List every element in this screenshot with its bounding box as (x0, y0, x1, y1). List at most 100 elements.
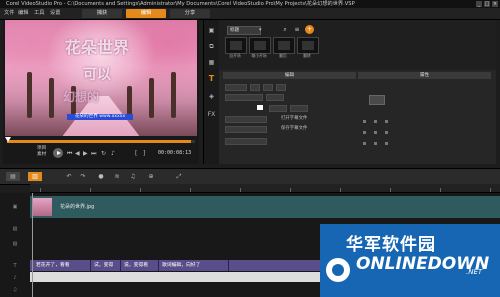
fit-icon[interactable]: ⤢ (174, 172, 184, 181)
step-capture[interactable]: 捕获 (82, 9, 122, 18)
title-thumbnail[interactable] (249, 37, 271, 54)
record-icon[interactable]: ● (96, 172, 106, 181)
ruler-tick (240, 188, 241, 192)
preview-video: 花朵世界 可以 幻想的 花朵的世界 www.xxxxx (5, 20, 197, 136)
tab-attribute[interactable]: 属性 (358, 72, 491, 79)
overlay-track-icon[interactable]: ▧ (2, 222, 28, 236)
close-icon[interactable]: × (492, 1, 498, 7)
clip-mode-label[interactable]: 素材 (37, 152, 46, 158)
title-clip[interactable]: 歌词编辑，向好了 (160, 260, 229, 271)
search-icon[interactable]: ⌕ (281, 26, 289, 34)
fast-forward-icon[interactable]: ▶ (83, 150, 88, 157)
style-preview-box[interactable] (369, 95, 385, 105)
align-cell[interactable] (385, 120, 388, 123)
fx-icon[interactable]: FX (207, 110, 216, 119)
title-thumbnail[interactable] (297, 37, 319, 54)
thumbnail-label: 翻转 (303, 53, 311, 58)
text-tool-icon[interactable]: T (207, 74, 216, 83)
minimize-icon[interactable]: _ (476, 1, 482, 7)
duration-field[interactable] (225, 84, 247, 91)
graphic-icon[interactable]: ▦ (207, 58, 216, 67)
title-thumbnail[interactable] (273, 37, 295, 54)
video-clip-thumbnail[interactable] (32, 198, 52, 216)
title-thumbnail[interactable] (225, 37, 247, 54)
timeline-ruler[interactable] (30, 184, 500, 193)
title-clip[interactable]: 说，变得看 (122, 260, 159, 271)
timeline-view-icon[interactable]: ▥ (28, 172, 42, 181)
menu-tools[interactable]: 工具 (34, 9, 44, 18)
timeline-playhead[interactable] (32, 193, 33, 297)
rewind-icon[interactable]: ◀ (75, 150, 80, 157)
add-icon[interactable]: + (305, 25, 314, 34)
align-cell[interactable] (374, 120, 377, 123)
library-tool-strip: ▣ ⧉ ▦ T ◈ FX (203, 20, 220, 164)
loop-icon[interactable]: ↻ (101, 150, 106, 157)
size-field[interactable] (266, 94, 284, 101)
timecode[interactable]: 00:00:08:13 (158, 150, 191, 157)
scrubber-bar[interactable] (7, 140, 195, 143)
single-title-option[interactable] (225, 126, 267, 133)
redo-icon[interactable]: ↷ (78, 172, 88, 181)
align-cell[interactable] (363, 131, 366, 134)
align-cell[interactable] (374, 142, 377, 145)
align-cell[interactable] (385, 142, 388, 145)
align-cell[interactable] (363, 142, 366, 145)
video-track-icon[interactable]: ▣ (2, 200, 28, 214)
open-subtitle-file-link[interactable]: 打开字幕文件 (281, 116, 307, 122)
underline-toggle[interactable] (276, 84, 286, 91)
home-icon[interactable]: ⏮ (67, 150, 72, 157)
font-dropdown[interactable] (225, 94, 263, 101)
multi-title-option[interactable] (225, 116, 267, 123)
filter-icon[interactable]: ◈ (207, 92, 216, 101)
mark-out-icon[interactable]: ] (143, 150, 145, 157)
angle-field[interactable] (290, 105, 308, 112)
transition-icon[interactable]: ⧉ (207, 42, 216, 51)
volume-icon[interactable]: ♪ (111, 150, 115, 157)
line-spacing-field[interactable] (269, 105, 287, 112)
save-subtitle-file-link[interactable]: 保存字幕文件 (281, 126, 307, 132)
video-track[interactable]: 花朵的世界.jpg (30, 196, 500, 218)
watermark-logo (326, 258, 350, 282)
category-dropdown[interactable]: 标题 (227, 26, 261, 35)
auto-music-icon[interactable]: ♫ (128, 172, 138, 181)
ruler-tick (40, 188, 41, 192)
step-share[interactable]: 分享 (170, 9, 210, 18)
zoom-icon[interactable]: ⊕ (146, 172, 156, 181)
watermark-suffix: .NET (466, 268, 483, 276)
align-cell[interactable] (363, 120, 366, 123)
mix-icon[interactable]: ≋ (112, 172, 122, 181)
menu-settings[interactable]: 设置 (50, 9, 60, 18)
chevron-down-icon[interactable]: ▾ (259, 27, 262, 33)
align-cell[interactable] (374, 131, 377, 134)
window-title: Corel VideoStudio Pro - C:\Documents and… (6, 1, 355, 7)
mark-in-icon[interactable]: [ (135, 150, 137, 157)
ruler-tick (90, 188, 91, 192)
scrubber-progress (7, 140, 192, 143)
title-clip[interactable]: 试，变得 (92, 260, 121, 271)
tree-trunk (49, 78, 54, 118)
text-background-option[interactable] (225, 138, 267, 145)
menu-file[interactable]: 文件 (4, 9, 14, 18)
ruler-tick (290, 188, 291, 192)
overlay-title-line: 花朵世界 (65, 38, 130, 57)
title-clip[interactable]: 若花开了，看看 (34, 260, 91, 271)
undo-icon[interactable]: ↶ (64, 172, 74, 181)
color-swatch[interactable] (257, 105, 263, 110)
italic-toggle[interactable] (263, 84, 273, 91)
play-icon[interactable] (53, 148, 63, 158)
scrubber-handle[interactable] (5, 137, 11, 142)
sort-icon[interactable]: ≡ (293, 26, 301, 34)
maximize-icon[interactable]: □ (484, 1, 490, 7)
menu-edit[interactable]: 编辑 (18, 9, 28, 18)
overlay-track-icon[interactable]: ▧ (2, 237, 28, 251)
storyboard-view-icon[interactable]: ▤ (6, 172, 20, 181)
bold-toggle[interactable] (250, 84, 260, 91)
tab-edit[interactable]: 编辑 (223, 72, 356, 79)
media-icon[interactable]: ▣ (207, 26, 216, 35)
library-panel: 标题 ▾ ⌕ ≡ + 自开场 缩小开场 翻页 翻转 编辑 属性 打开字幕文件 保… (219, 20, 496, 164)
end-icon[interactable]: ⏭ (91, 150, 96, 157)
preview-panel: 花朵世界 可以 幻想的 花朵的世界 www.xxxxx 项目 素材 ⏮ ◀ ▶ … (3, 20, 199, 164)
music-track-icon[interactable]: ♫ (2, 283, 28, 297)
step-edit[interactable]: 编辑 (126, 9, 166, 18)
align-cell[interactable] (385, 131, 388, 134)
